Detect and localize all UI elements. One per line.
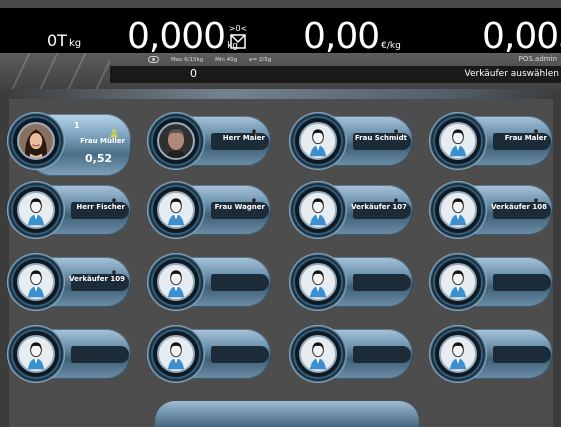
seller-tile[interactable]: Verkäufer 109 — [7, 253, 132, 311]
avatar — [299, 263, 337, 301]
avatar — [439, 191, 477, 229]
seller-tile[interactable] — [289, 253, 414, 311]
status-bar-value: 0 — [190, 67, 197, 80]
avatar — [439, 335, 477, 373]
avatar — [157, 335, 195, 373]
avatar — [157, 191, 195, 229]
seller-name: Frau Müller — [80, 137, 125, 145]
division: e= 2/5g — [249, 56, 272, 63]
seller-amount: 0,52 — [85, 152, 113, 165]
person-icon — [532, 122, 540, 137]
avatar — [299, 122, 337, 160]
person-icon — [110, 263, 118, 278]
seller-name: Herr Maier — [222, 134, 265, 142]
seller-number: 1 — [74, 121, 80, 130]
avatar — [17, 335, 55, 373]
person-icon — [110, 122, 118, 137]
svg-text:>0<: >0< — [229, 24, 247, 33]
avatar — [299, 335, 337, 373]
eye-icon — [148, 56, 159, 63]
avatar — [17, 191, 55, 229]
avatar — [439, 263, 477, 301]
weight-display: 0Tkg 0,000kg >0< 0,00€/kg 0,00€ — [0, 8, 561, 55]
seller-name: Frau Schmidt — [354, 134, 407, 142]
avatar — [17, 122, 55, 160]
person-icon — [110, 191, 118, 206]
seller-tile[interactable]: Verkäufer 108 — [429, 181, 554, 239]
person-icon — [392, 191, 400, 206]
person-icon — [392, 122, 400, 137]
seller-tile[interactable] — [429, 325, 554, 383]
seller-tile[interactable]: Verkäufer 107 — [289, 181, 414, 239]
person-icon — [250, 191, 258, 206]
seller-tile[interactable]: Herr Maier — [147, 112, 272, 170]
grid-right-edge — [553, 99, 561, 427]
max-capacity: Max 6/15kg — [171, 56, 204, 63]
decorative-stripes — [0, 53, 110, 89]
avatar — [17, 263, 55, 301]
seller-tile[interactable] — [147, 253, 272, 311]
person-icon — [532, 191, 540, 206]
person-icon — [250, 122, 258, 137]
seller-name: Frau Wagner — [214, 203, 265, 211]
avatar — [299, 191, 337, 229]
tare-readout: 0T kg — [47, 31, 82, 50]
seller-name: Verkäufer 107 — [351, 203, 407, 211]
seller-tile[interactable] — [289, 325, 414, 383]
current-user: POS.admin — [518, 55, 557, 63]
status-bar-prompt: Verkäufer auswählen — [464, 69, 559, 79]
seller-name: Verkäufer 109 — [69, 275, 125, 283]
seller-tile[interactable] — [7, 325, 132, 383]
seller-tile[interactable]: Herr Fischer — [7, 181, 132, 239]
seller-tile[interactable]: Frau Schmidt — [289, 112, 414, 170]
min-capacity: Min 40g — [215, 56, 238, 63]
avatar — [439, 122, 477, 160]
avatar — [157, 263, 195, 301]
seller-tile[interactable]: Frau Wagner — [147, 181, 272, 239]
zero-indicator-icon: >0< — [229, 24, 247, 49]
highlight-line — [0, 89, 561, 99]
seller-name: Herr Fischer — [76, 203, 125, 211]
seller-tile[interactable] — [429, 253, 554, 311]
seller-name: Frau Maler — [504, 134, 547, 142]
avatar — [157, 122, 195, 160]
bottom-tab[interactable] — [155, 401, 419, 427]
seller-tile[interactable]: Frau Maler — [429, 112, 554, 170]
seller-tile[interactable]: Frau Müller 1 0,52 — [7, 112, 132, 176]
seller-tile[interactable] — [147, 325, 272, 383]
seller-name: Verkäufer 108 — [491, 203, 547, 211]
scale-specs: Max 6/15kg Min 40g e= 2/5g — [148, 56, 271, 63]
